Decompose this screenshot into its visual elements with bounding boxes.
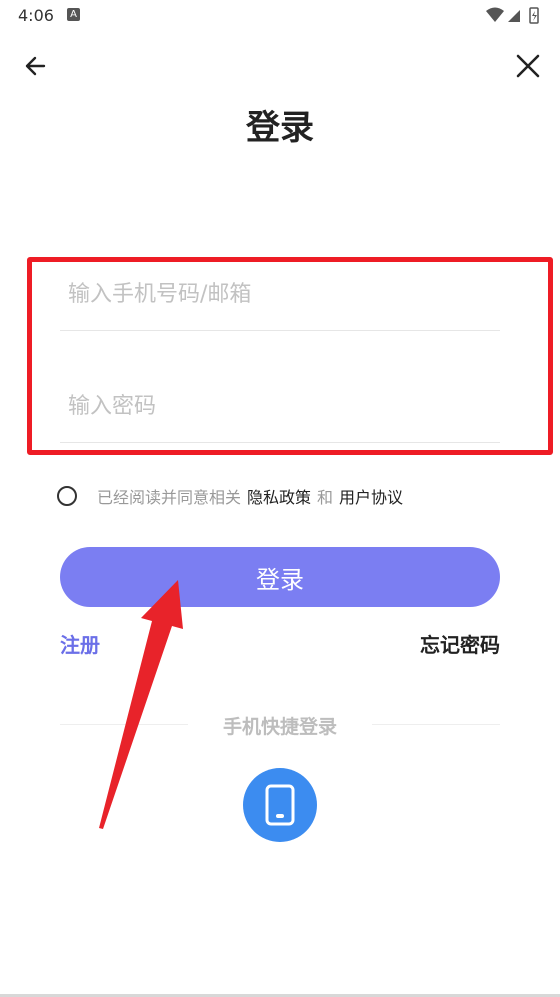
close-icon[interactable] xyxy=(512,50,544,82)
register-link[interactable]: 注册 xyxy=(60,629,100,658)
wifi-icon xyxy=(486,7,504,22)
signal-icon xyxy=(508,10,520,22)
annotation-highlight-box xyxy=(27,257,553,455)
status-icons xyxy=(486,7,539,24)
agreement-prefix: 已经阅读并同意相关 xyxy=(97,488,242,507)
phone-icon xyxy=(265,784,295,826)
login-button[interactable]: 登录 xyxy=(60,547,500,607)
top-nav xyxy=(0,40,560,90)
page-title: 登录 xyxy=(246,108,314,148)
status-bar: 4:06 A xyxy=(0,0,560,32)
agreement-and: 和 xyxy=(317,488,334,507)
status-time: 4:06 xyxy=(18,6,54,25)
privacy-policy-link[interactable]: 隐私政策 xyxy=(247,484,311,508)
user-agreement-link[interactable]: 用户协议 xyxy=(339,484,403,508)
forgot-password-link[interactable]: 忘记密码 xyxy=(420,629,500,658)
agreement-row: 已经阅读并同意相关 隐私政策 和 用户协议 xyxy=(57,483,403,509)
quick-login-label: 手机快捷登录 xyxy=(222,716,337,738)
agreement-checkbox[interactable] xyxy=(57,486,77,506)
phone-quick-login-button[interactable] xyxy=(243,768,317,842)
notification-icon: A xyxy=(67,8,80,21)
back-arrow-icon[interactable] xyxy=(20,50,52,82)
